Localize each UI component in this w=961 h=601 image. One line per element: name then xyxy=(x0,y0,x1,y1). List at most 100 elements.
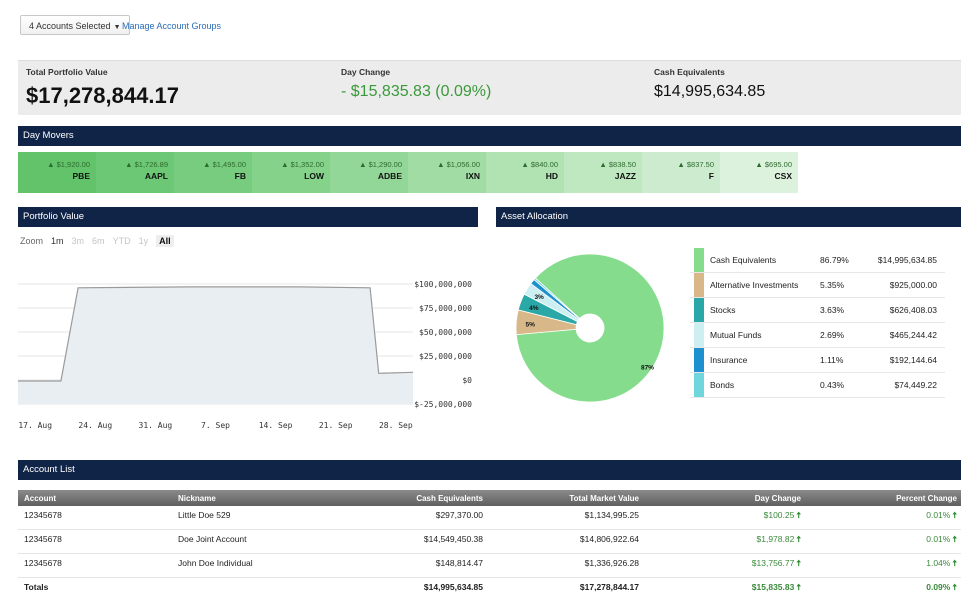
y-tick-label: $-25,000,000 xyxy=(414,400,472,409)
zoom-option-ytd[interactable]: YTD xyxy=(113,236,131,246)
accounts-selector-label: 4 Accounts Selected xyxy=(29,21,111,31)
slice-label: 5% xyxy=(525,321,535,328)
percent-change-value: 1.04% xyxy=(926,558,951,568)
legend-name: Cash Equivalents xyxy=(710,255,777,265)
legend-amount: $74,449.22 xyxy=(894,380,937,390)
y-tick-label: $75,000,000 xyxy=(419,304,472,313)
zoom-option-3m[interactable]: 3m xyxy=(72,236,85,246)
mover-tile[interactable]: ▲ $1,726.89 AAPL xyxy=(96,152,174,193)
percent-change-value: 0.01% xyxy=(926,534,951,544)
legend-percent: 0.43% xyxy=(820,380,845,390)
mover-symbol: JAZZ xyxy=(614,171,636,181)
series-area xyxy=(18,286,413,404)
mover-symbol: FB xyxy=(234,171,246,181)
account-nickname: Little Doe 529 xyxy=(178,510,231,520)
zoom-option-1y[interactable]: 1y xyxy=(139,236,149,246)
x-tick-label: 14. Sep xyxy=(259,421,293,430)
portfolio-value-header: Portfolio Value xyxy=(18,207,478,227)
mover-tile[interactable]: ▲ $837.50 F xyxy=(642,152,720,193)
cash-equivalents-value: $14,995,634.85 xyxy=(654,83,766,100)
mover-change: ▲ $1,056.00 xyxy=(437,160,480,169)
slice-label: 4% xyxy=(529,305,539,312)
col-header-account[interactable]: Account xyxy=(24,494,56,503)
day-change-value: - $15,835.83 (0.09%) xyxy=(341,83,492,100)
legend-name: Stocks xyxy=(710,305,736,315)
legend-percent: 2.69% xyxy=(820,330,845,340)
legend-swatch xyxy=(694,373,704,397)
account-percent-change: 0.01% 🠅 xyxy=(926,510,957,524)
account-nickname: Doe Joint Account xyxy=(178,534,247,544)
zoom-controls: Zoom 1m 3m 6m YTD 1y All xyxy=(20,235,182,247)
mover-tile[interactable]: ▲ $1,290.00 ADBE xyxy=(330,152,408,193)
legend-name: Bonds xyxy=(710,380,735,390)
mover-change: ▲ $1,352.00 xyxy=(281,160,324,169)
legend-percent: 3.63% xyxy=(820,305,845,315)
legend-percent: 86.79% xyxy=(820,255,849,265)
up-arrow-icon: 🠅 xyxy=(796,582,801,592)
col-header-nickname[interactable]: Nickname xyxy=(178,494,216,503)
totals-label: Totals xyxy=(24,582,49,592)
up-arrow-icon: 🠅 xyxy=(952,510,957,520)
account-percent-change: 1.04% 🠅 xyxy=(926,558,957,572)
mover-change: ▲ $838.50 xyxy=(599,160,636,169)
account-table-body: 12345678 Little Doe 529 $297,370.00 $1,134,… xyxy=(18,506,961,578)
totals-percent-value: 0.09% xyxy=(926,582,951,592)
table-row[interactable]: 12345678 Doe Joint Account $14,549,450.38 $… xyxy=(18,530,961,554)
y-tick-label: $50,000,000 xyxy=(419,328,472,337)
legend-amount: $925,000.00 xyxy=(889,280,937,290)
account-market-value: $14,806,922.64 xyxy=(579,534,639,544)
totals-percent-change: 0.09% 🠅 xyxy=(926,582,957,596)
account-list-header: Account List xyxy=(18,460,961,480)
account-market-value: $1,134,995.25 xyxy=(584,510,639,520)
up-arrow-icon: 🠅 xyxy=(952,558,957,568)
col-header-market-value[interactable]: Total Market Value xyxy=(569,494,639,503)
account-market-value: $1,336,926.28 xyxy=(584,558,639,568)
account-cash: $297,370.00 xyxy=(435,510,483,520)
col-header-cash[interactable]: Cash Equivalents xyxy=(416,494,483,503)
zoom-option-6m[interactable]: 6m xyxy=(92,236,105,246)
chevron-down-icon: ▼ xyxy=(113,24,121,31)
mover-change: ▲ $1,290.00 xyxy=(359,160,402,169)
mover-symbol: HD xyxy=(545,171,558,181)
account-percent-change: 0.01% 🠅 xyxy=(926,534,957,548)
mover-symbol: LOW xyxy=(304,171,324,181)
mover-tile[interactable]: ▲ $1,495.00 FB xyxy=(174,152,252,193)
legend-amount: $192,144.64 xyxy=(889,355,937,365)
mover-tile[interactable]: ▲ $695.00 CSX xyxy=(720,152,798,193)
total-portfolio-value-label: Total Portfolio Value xyxy=(26,67,108,77)
col-header-day-change[interactable]: Day Change xyxy=(755,494,801,503)
totals-cash: $14,995,634.85 xyxy=(423,582,483,592)
mover-tile[interactable]: ▲ $840.00 HD xyxy=(486,152,564,193)
legend-swatch xyxy=(694,298,704,322)
legend-row: Cash Equivalents 86.79% $14,995,634.85 xyxy=(690,248,945,273)
mover-tile[interactable]: ▲ $1,056.00 IXN xyxy=(408,152,486,193)
day-change-value: $100.25 xyxy=(763,510,795,520)
account-table: Account Nickname Cash Equivalents Total … xyxy=(18,490,961,601)
zoom-option-1m[interactable]: 1m xyxy=(51,236,64,246)
accounts-selector[interactable]: 4 Accounts Selected ▼ xyxy=(20,15,130,35)
totals-row: Totals $14,995,634.85 $17,278,844.17 $15… xyxy=(18,578,961,601)
day-change-block: Day Change - $15,835.83 (0.09%) xyxy=(341,67,491,101)
col-header-percent-change[interactable]: Percent Change xyxy=(896,494,957,503)
day-movers-strip: ▲ $1,920.00 PBE ▲ $1,726.89 AAPL ▲ $1,495.00… xyxy=(18,152,798,193)
zoom-option-all[interactable]: All xyxy=(156,235,174,247)
legend-swatch xyxy=(694,248,704,272)
day-change-label: Day Change xyxy=(341,67,391,77)
totals-day-change-value: $15,835.83 xyxy=(751,582,795,592)
manage-account-groups-link[interactable]: Manage Account Groups xyxy=(122,21,221,31)
day-movers-header: Day Movers xyxy=(18,126,961,146)
y-tick-label: $100,000,000 xyxy=(414,280,472,289)
account-cash: $14,549,450.38 xyxy=(423,534,483,544)
mover-symbol: AAPL xyxy=(144,171,168,181)
legend-row: Bonds 0.43% $74,449.22 xyxy=(690,373,945,398)
mover-tile[interactable]: ▲ $838.50 JAZZ xyxy=(564,152,642,193)
legend-row: Insurance 1.11% $192,144.64 xyxy=(690,348,945,373)
portfolio-summary: Total Portfolio Value $17,278,844.17 Day… xyxy=(18,60,961,115)
mover-tile[interactable]: ▲ $1,352.00 LOW xyxy=(252,152,330,193)
up-arrow-icon: 🠅 xyxy=(952,534,957,544)
mover-tile[interactable]: ▲ $1,920.00 PBE xyxy=(18,152,96,193)
slice-label: 87% xyxy=(641,364,654,371)
table-row[interactable]: 12345678 Little Doe 529 $297,370.00 $1,134,… xyxy=(18,506,961,530)
slice-label: 3% xyxy=(534,294,544,301)
table-row[interactable]: 12345678 John Doe Individual $148,814.47 $1… xyxy=(18,554,961,578)
